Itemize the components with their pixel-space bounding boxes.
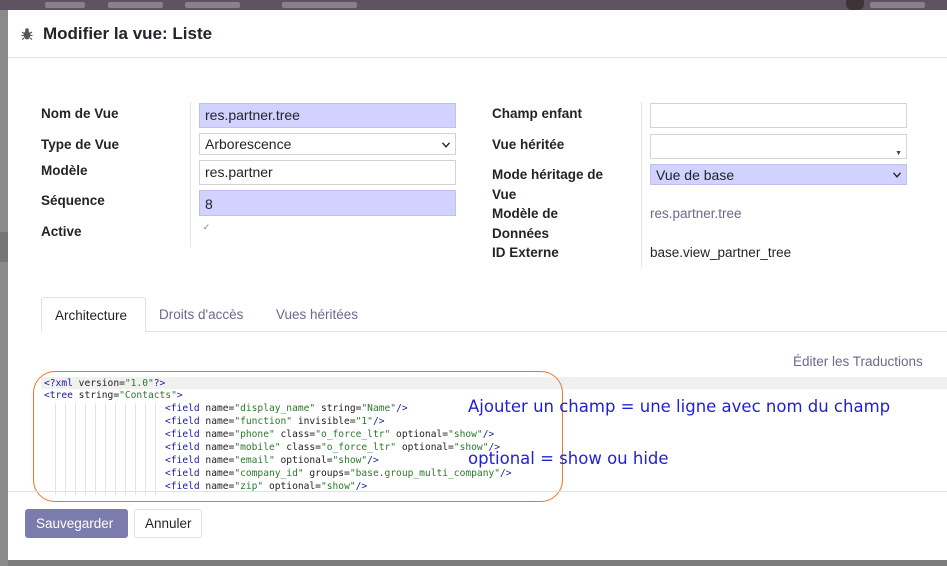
external-id-label: ID Externe	[492, 245, 559, 260]
view-type-select[interactable]: Arborescence	[199, 133, 456, 155]
top-navbar	[0, 0, 947, 10]
active-label: Active	[41, 224, 82, 239]
bug-icon	[21, 28, 33, 40]
view-type-label: Type de Vue	[41, 137, 120, 152]
inherit-mode-value: Vue de base	[656, 167, 735, 183]
label-separator	[190, 102, 191, 247]
inherit-mode-label-line1: Mode héritage de	[492, 167, 604, 182]
modal-header: Modifier la vue: Liste	[8, 10, 947, 58]
data-model-label-line1: Modèle de	[492, 206, 559, 221]
model-label: Modèle	[41, 163, 88, 178]
caret-down-icon: ▼	[895, 150, 902, 157]
external-id-value: base.view_partner_tree	[650, 245, 792, 260]
data-model-label: Modèle de Données	[492, 204, 558, 244]
background-sidebar	[0, 10, 8, 566]
label-separator	[641, 102, 642, 267]
nav-item-blurred	[45, 2, 85, 8]
sequence-field[interactable]: 8	[199, 190, 456, 216]
view-name-label: Nom de Vue	[41, 106, 119, 121]
tab-architecture[interactable]: Architecture	[41, 297, 146, 332]
inherited-view-select[interactable]: ▼	[650, 134, 907, 159]
nav-item-blurred	[282, 2, 357, 8]
chevron-down-icon	[442, 142, 450, 148]
cancel-button[interactable]: Annuler	[134, 509, 202, 538]
annotation-oval	[33, 371, 563, 502]
avatar	[846, 0, 864, 10]
inherit-mode-label-line2: Vue	[492, 187, 517, 202]
data-model-label-line2: Données	[492, 226, 550, 241]
tab-inherited-views[interactable]: Vues héritées	[263, 297, 371, 332]
child-field-label: Champ enfant	[492, 106, 583, 121]
nav-item-blurred	[108, 2, 163, 8]
footer-divider	[8, 491, 947, 492]
inherit-mode-label: Mode héritage de Vue	[492, 165, 603, 205]
view-name-field[interactable]: res.partner.tree	[199, 103, 456, 128]
background-band	[0, 232, 8, 262]
inherit-mode-select[interactable]: Vue de base	[650, 164, 907, 185]
data-model-link[interactable]: res.partner.tree	[650, 206, 742, 221]
annotation-optional: optional = show ou hide	[468, 449, 669, 468]
inherited-view-label: Vue héritée	[492, 137, 565, 152]
child-field-input[interactable]	[650, 103, 907, 128]
nav-item-blurred	[870, 2, 925, 8]
chevron-down-icon	[893, 172, 901, 178]
edit-translations-link[interactable]: Éditer les Traductions	[793, 354, 923, 369]
model-field[interactable]: res.partner	[199, 160, 456, 185]
save-button[interactable]: Sauvegarder	[25, 509, 128, 538]
tab-access-rights[interactable]: Droits d'accès	[146, 297, 256, 332]
view-type-value: Arborescence	[205, 136, 292, 152]
annotation-add-field: Ajouter un champ = une ligne avec nom du…	[468, 397, 891, 416]
modal-title: Modifier la vue: Liste	[43, 24, 213, 43]
sequence-label: Séquence	[41, 193, 105, 208]
edit-view-dialog: Modifier la vue: Liste Nom de Vue Type d…	[8, 10, 947, 560]
active-checkbox[interactable]: ✓	[201, 223, 212, 234]
nav-item-blurred	[185, 2, 240, 8]
